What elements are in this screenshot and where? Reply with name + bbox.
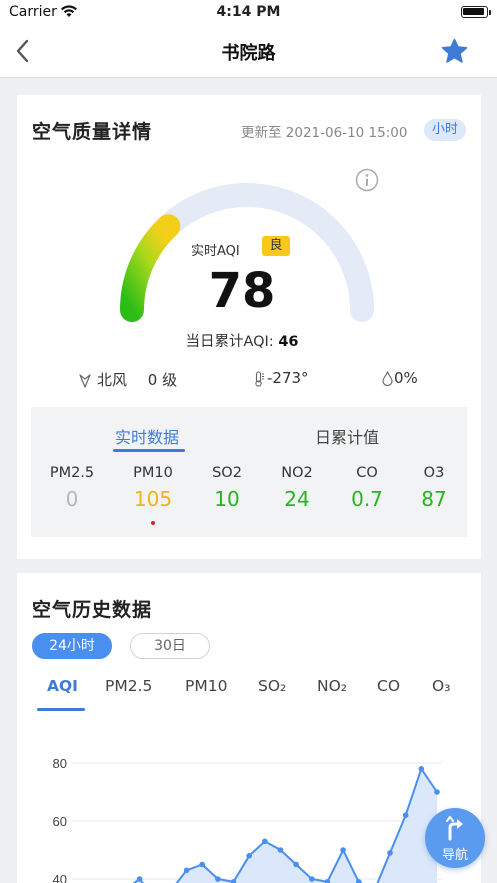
air-quality-card: 空气质量详情 更新至 2021-06-10 15:00 小时 实时AQI 良 7… [17, 95, 481, 559]
pollutant-panel: 实时数据 日累计值 PM2.5 0 PM10 105 SO2 10 NO2 24… [31, 407, 467, 537]
pollutant-pm25: PM2.5 0 [37, 465, 107, 511]
wind-direction-icon [79, 373, 91, 388]
data-point [262, 838, 268, 845]
data-point [293, 861, 299, 868]
day-aqi-label: 当日累计AQI: [185, 334, 274, 350]
range-30d-button[interactable]: 30日 [130, 633, 210, 659]
pollutant-name: O3 [423, 465, 445, 481]
data-point [215, 876, 221, 882]
pollutant-value: 0.7 [351, 487, 383, 511]
humidity-info: 0% [382, 369, 418, 387]
history-tab-co[interactable]: CO [377, 677, 400, 695]
aqi-value: 78 [208, 263, 276, 319]
tab-daily-total[interactable]: 日累计值 [315, 424, 379, 448]
navigation-turn-icon [446, 816, 463, 841]
data-point [402, 812, 409, 818]
data-point [387, 850, 393, 856]
period-badge[interactable]: 小时 [424, 119, 466, 141]
temperature-value: -273° [267, 369, 309, 387]
temperature-info: -273° [253, 369, 309, 387]
data-point [199, 861, 205, 868]
humidity-value: 0% [394, 369, 418, 387]
data-point [246, 853, 252, 859]
pollutant-value: 105 [133, 487, 173, 511]
data-point [309, 876, 315, 882]
data-point [418, 766, 425, 772]
clock: 4:14 PM [216, 4, 281, 20]
update-time: 更新至 2021-06-10 15:00 [241, 125, 408, 141]
history-tab-pm25[interactable]: PM2.5 [105, 677, 152, 695]
pollutant-value: 10 [214, 487, 240, 511]
y-tick-label: 60 [53, 814, 67, 829]
series-area [134, 768, 437, 883]
data-point [340, 847, 346, 853]
range-24h-button[interactable]: 24小时 [32, 633, 112, 659]
wind-info: 北风 0 级 [79, 369, 177, 390]
pollutant-value: 87 [421, 487, 447, 511]
pollutant-name: CO [356, 465, 378, 481]
droplet-icon [382, 371, 393, 386]
data-point [183, 867, 190, 874]
nav-bar: 书院路 [0, 26, 497, 78]
pollutant-name: NO2 [281, 465, 313, 481]
pollutant-no2: NO2 24 [262, 465, 332, 511]
history-tab-no2[interactable]: NO₂ [317, 677, 347, 695]
day-aqi-value: 46 [278, 334, 299, 350]
data-point [277, 847, 284, 853]
battery-icon [461, 6, 488, 18]
wind-level: 0 级 [147, 371, 178, 389]
history-tab-pm10[interactable]: PM10 [185, 677, 227, 695]
pollutant-value: 0 [65, 487, 79, 511]
aqi-level-badge: 良 [262, 236, 290, 256]
pollutant-so2: SO2 10 [192, 465, 262, 511]
pollutant-pm10: PM10 105 [118, 465, 188, 511]
data-point [136, 876, 143, 882]
tab-realtime[interactable]: 实时数据 [115, 424, 179, 448]
history-tab-so2[interactable]: SO₂ [258, 677, 286, 695]
thermometer-icon [255, 370, 264, 387]
history-tab-aqi[interactable]: AQI [47, 677, 78, 695]
battery-tip [489, 10, 491, 15]
status-bar: Carrier 4:14 PM [0, 0, 497, 26]
gauge-fill [120, 214, 181, 322]
navigate-label: 导航 [441, 848, 468, 863]
wind-direction: 北风 [97, 371, 128, 389]
tab-active-indicator [113, 449, 185, 452]
history-tab-indicator [37, 708, 85, 711]
star-icon[interactable] [441, 38, 468, 64]
data-point [434, 789, 440, 795]
page-title: 书院路 [221, 43, 276, 64]
navigate-button[interactable]: 导航 [425, 808, 485, 868]
day-aqi: 当日累计AQI: 46 [17, 330, 467, 351]
pollutant-name: SO2 [212, 465, 242, 481]
pollutant-value: 24 [284, 487, 310, 511]
pollutant-name: PM10 [133, 465, 173, 481]
history-title: 空气历史数据 [32, 599, 153, 621]
card-title: 空气质量详情 [32, 121, 153, 143]
pollutant-name: PM2.5 [49, 465, 95, 481]
aqi-label: 实时AQI [191, 244, 240, 259]
primary-pollutant-dot [151, 521, 155, 525]
history-card: 空气历史数据 24小时 30日 AQI PM2.5 PM10 SO₂ NO₂ C… [17, 573, 481, 883]
y-tick-label: 80 [53, 756, 67, 771]
pollutant-co: CO 0.7 [332, 465, 402, 511]
history-tab-o3[interactable]: O₃ [432, 677, 450, 695]
pollutant-o3: O3 87 [399, 465, 469, 511]
y-tick-label: 40 [53, 872, 67, 883]
history-chart: 40 60 80 [53, 756, 442, 883]
